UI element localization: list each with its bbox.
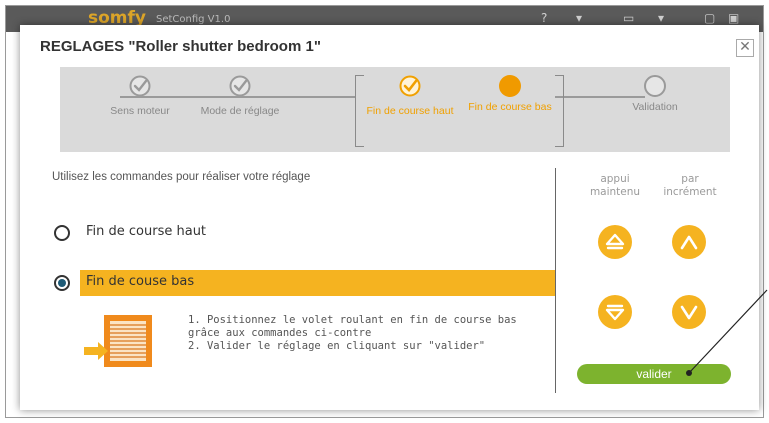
radio-fin-course-haut[interactable] [54,225,70,241]
move-up-held-button[interactable] [598,225,632,259]
step-label: Sens moteur [110,105,170,117]
help-instructions: 1. Positionnez le volet roulant en fin d… [188,314,548,353]
option-fin-course-haut[interactable]: Fin de course haut [20,220,555,246]
maximize-icon[interactable]: ▣ [728,11,739,25]
help-line-2: 2. Valider le réglage en cliquant sur "v… [188,340,486,352]
help-icon[interactable]: ? [541,11,547,25]
check-circle-icon [399,75,421,97]
step-down-button[interactable] [672,295,706,329]
check-circle-icon [229,75,251,97]
chevron-down-icon[interactable]: ▾ [658,11,664,25]
progress-stepper: Sens moteur Mode de réglage Fin de cours… [60,67,730,152]
option-label: Fin de couse bas [86,274,195,289]
step-mode-reglage: Mode de réglage [190,75,290,117]
minimize-icon[interactable]: ▢ [704,11,715,25]
step-label: Validation [632,101,678,113]
triangle-up-icon [605,233,625,250]
step-up-button[interactable] [672,225,706,259]
step-fin-course-bas: Fin de course bas [460,75,560,113]
held-column-header: appui maintenu [589,173,641,198]
step-label: Fin de course haut [366,105,454,117]
pending-step-circle-icon [644,75,666,97]
roller-shutter-icon [84,315,152,367]
close-button[interactable]: ✕ [736,39,754,57]
step-validation: Validation [605,75,705,113]
current-step-dot-icon [499,75,521,97]
validate-button[interactable]: valider [577,364,731,384]
instruction-text: Utilisez les commandes pour réaliser vot… [52,171,311,183]
move-down-held-button[interactable] [598,295,632,329]
chevron-up-icon [680,235,698,250]
help-line-1: 1. Positionnez le volet roulant en fin d… [188,314,517,339]
settings-dialog: REGLAGES "Roller shutter bedroom 1" ✕ Se… [20,25,759,410]
check-circle-icon [129,75,151,97]
radio-fin-course-bas[interactable] [54,275,70,291]
chevron-down-icon [680,305,698,320]
step-fin-course-haut: Fin de course haut [360,75,460,117]
option-fin-course-bas[interactable]: Fin de couse bas [20,270,555,296]
chevron-down-icon[interactable]: ▾ [576,11,582,25]
step-sens-moteur: Sens moteur [90,75,190,117]
box-icon[interactable]: ▭ [623,11,634,25]
step-label: Fin de course bas [468,101,552,113]
option-label: Fin de course haut [86,224,207,239]
panel-divider [555,168,556,393]
step-column-header: par incrément [663,173,717,198]
app-subtitle: SetConfig V1.0 [156,14,231,25]
step-label: Mode de réglage [200,105,280,117]
dialog-title: REGLAGES "Roller shutter bedroom 1" [40,38,321,55]
triangle-down-icon [605,304,625,321]
